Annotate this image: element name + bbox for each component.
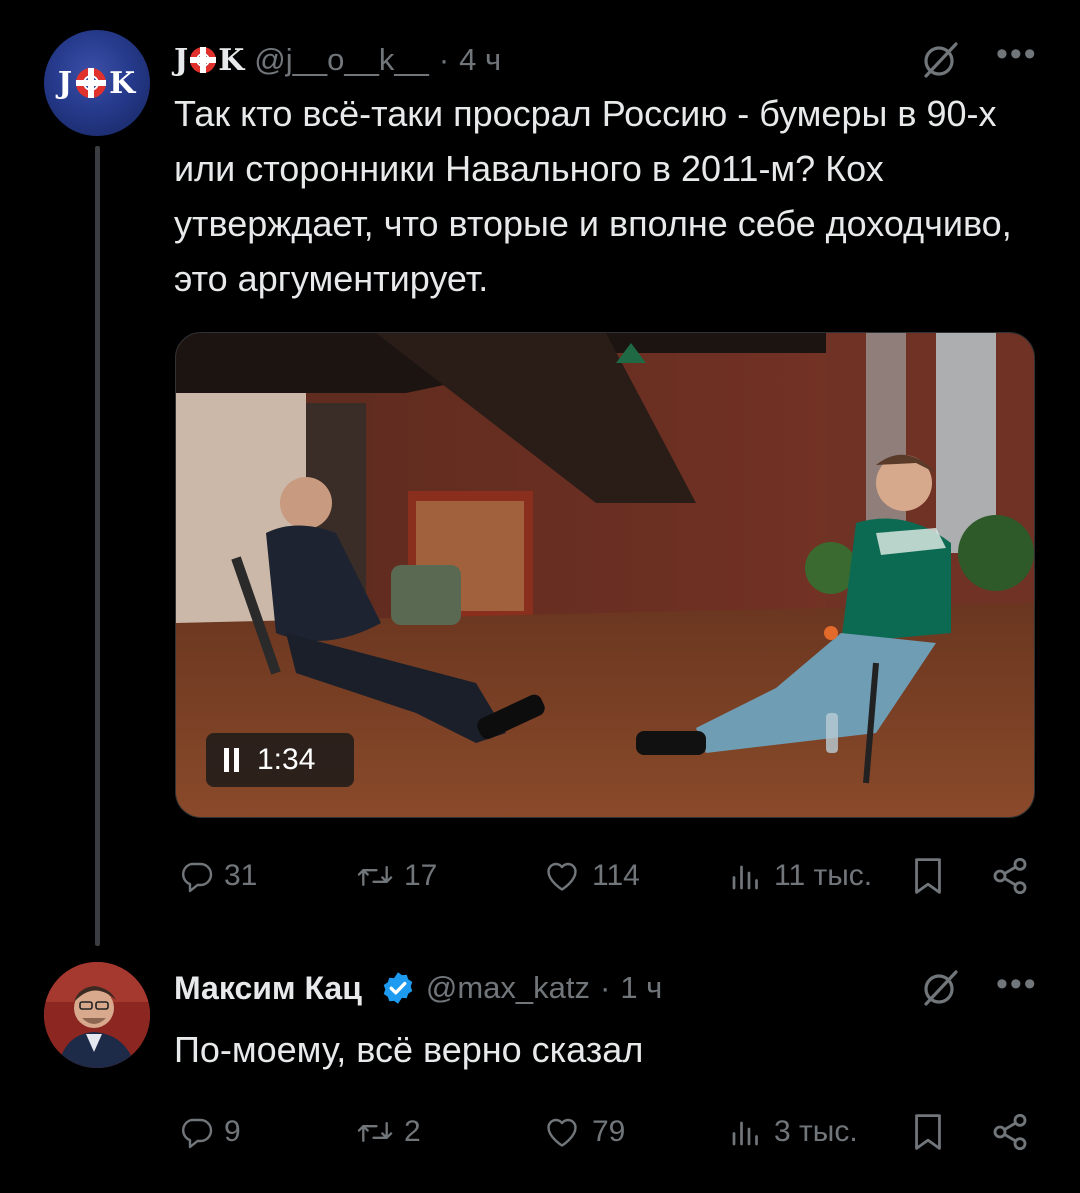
repost-icon: [357, 866, 393, 886]
avatar-photo: [44, 962, 150, 1068]
tweet-text: Так кто всё-таки просрал Россию - бумеры…: [174, 93, 1012, 299]
thread-line: [95, 146, 100, 946]
grok-icon[interactable]: [918, 966, 962, 1010]
video-player[interactable]: 1:34: [175, 332, 1035, 818]
tweet-header: J K @j__o__k__ · 4 ч: [174, 38, 501, 82]
like-count: 79: [592, 1115, 626, 1148]
tweet-header: Максим Кац @max_katz · 1 ч: [174, 966, 662, 1010]
share-icon[interactable]: [990, 856, 1030, 896]
repost-icon: [357, 1122, 393, 1142]
repost-count: 2: [404, 1115, 421, 1148]
lifebuoy-icon: [76, 68, 107, 98]
reply-icon: [182, 862, 213, 893]
tweet-text: По-моему, всё верно сказал: [174, 1029, 644, 1070]
share-icon[interactable]: [990, 1112, 1030, 1152]
author-name[interactable]: J K: [174, 43, 244, 78]
like-count: 114: [592, 859, 640, 892]
like-icon: [547, 1118, 577, 1147]
views-icon: [732, 1121, 758, 1146]
more-icon[interactable]: •••: [996, 967, 1038, 1001]
like-icon: [547, 862, 577, 891]
author-name-letter-j: J: [174, 42, 189, 78]
bookmark-icon[interactable]: [910, 856, 946, 896]
avatar[interactable]: J K: [44, 30, 150, 136]
bookmark-icon[interactable]: [910, 1112, 946, 1152]
verified-badge-icon[interactable]: [380, 970, 416, 1006]
views-icon: [732, 865, 758, 890]
timestamp[interactable]: 1 ч: [620, 970, 662, 1006]
author-handle[interactable]: @max_katz: [426, 970, 590, 1006]
video-duration-pill[interactable]: 1:34: [206, 733, 354, 787]
author-handle[interactable]: @j__o__k__: [254, 42, 429, 78]
author-name-letter-k: K: [218, 42, 245, 78]
views-count: 3 тыс.: [774, 1115, 858, 1148]
grok-icon[interactable]: [918, 38, 962, 82]
repost-count: 17: [404, 859, 438, 892]
avatar-letter-k: K: [109, 65, 137, 101]
video-duration: 1:34: [257, 743, 316, 776]
lifebuoy-icon: [190, 47, 217, 73]
author-name[interactable]: Максим Кац: [174, 970, 362, 1007]
repost-button[interactable]: 2: [356, 1114, 421, 1150]
reply-button[interactable]: 9: [178, 1114, 241, 1150]
reply-icon: [182, 1118, 213, 1149]
avatar[interactable]: [44, 962, 150, 1068]
more-icon[interactable]: •••: [996, 37, 1038, 71]
views-button[interactable]: 11 тыс.: [728, 858, 872, 894]
separator-dot: ·: [600, 970, 611, 1005]
repost-button[interactable]: 17: [356, 858, 437, 894]
like-button[interactable]: 79: [542, 1114, 625, 1150]
reply-count: 31: [224, 859, 258, 892]
views-count: 11 тыс.: [774, 859, 873, 892]
separator-dot: ·: [438, 42, 450, 77]
timeline: J K J K @j__o__k__ · 4 ч ••• Так кто всё…: [0, 0, 1080, 1193]
pause-icon[interactable]: [224, 748, 239, 772]
reply-button[interactable]: 31: [178, 858, 257, 894]
avatar-letter-j: J: [57, 65, 74, 101]
timestamp[interactable]: 4 ч: [459, 42, 501, 78]
reply-count: 9: [224, 1115, 241, 1148]
views-button[interactable]: 3 тыс.: [728, 1114, 858, 1150]
like-button[interactable]: 114: [542, 858, 640, 894]
